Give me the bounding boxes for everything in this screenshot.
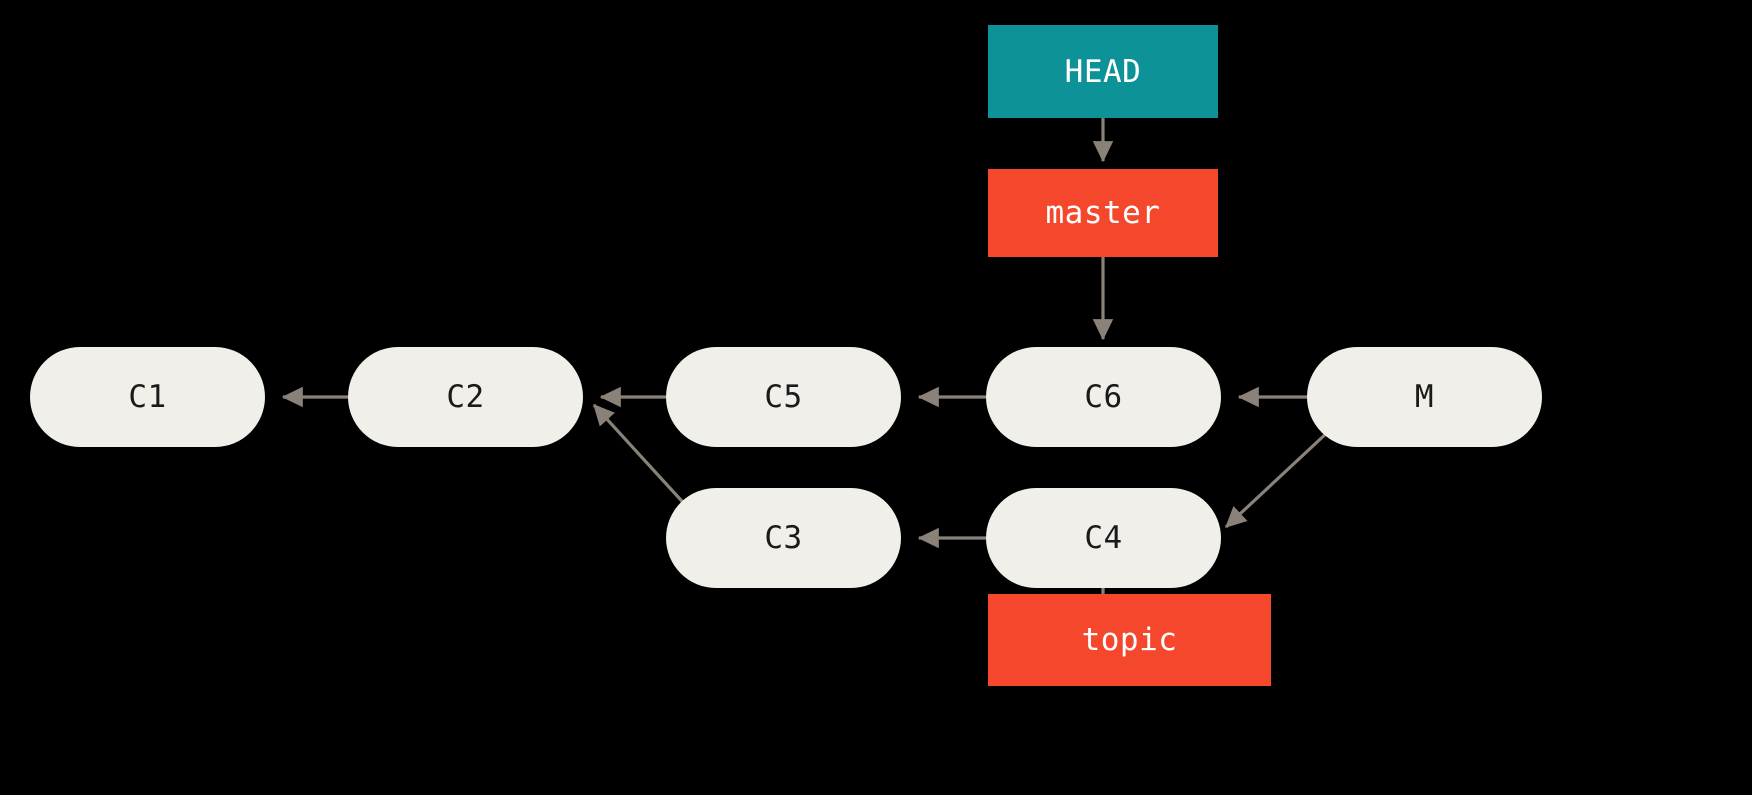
commit-node-c2[interactable]: C2 xyxy=(348,347,583,447)
git-history-diagram: C1 C2 C5 C6 M C3 C4 HEAD master topic xyxy=(0,0,1752,795)
commit-label: C1 xyxy=(128,379,167,415)
commit-label: C3 xyxy=(764,520,803,556)
ref-label: topic xyxy=(1081,622,1178,658)
commit-label: M xyxy=(1414,379,1435,415)
commit-node-m[interactable]: M xyxy=(1307,347,1542,447)
ref-box-master[interactable]: master xyxy=(988,169,1218,257)
commit-node-c6[interactable]: C6 xyxy=(986,347,1221,447)
commit-node-c1[interactable]: C1 xyxy=(30,347,265,447)
commit-node-c4[interactable]: C4 xyxy=(986,488,1221,588)
commit-label: C4 xyxy=(1084,520,1123,556)
ref-box-head[interactable]: HEAD xyxy=(988,25,1218,118)
commit-label: C5 xyxy=(764,379,803,415)
commit-label: C6 xyxy=(1084,379,1123,415)
edge-m-to-c4 xyxy=(1224,428,1332,529)
ref-box-topic[interactable]: topic xyxy=(988,594,1271,686)
ref-label: master xyxy=(1045,195,1161,231)
commit-label: C2 xyxy=(446,379,485,415)
commit-node-c3[interactable]: C3 xyxy=(666,488,901,588)
ref-label: HEAD xyxy=(1064,53,1142,90)
commit-node-c5[interactable]: C5 xyxy=(666,347,901,447)
